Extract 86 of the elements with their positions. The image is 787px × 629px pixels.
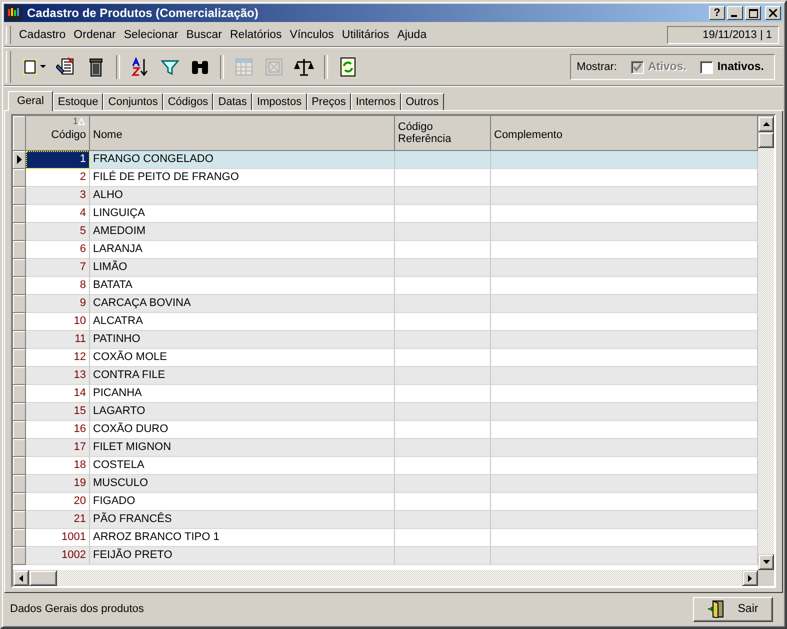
filter-label: Mostrar: (576, 61, 617, 73)
up-arrow-icon (762, 122, 770, 126)
table-cell: FRANGO CONGELADO (90, 151, 395, 169)
table-cell: FEIJÃO PRETO (90, 547, 395, 565)
table-cell: 19 (26, 475, 90, 493)
table-cell: 9 (26, 295, 90, 313)
menu-item[interactable]: Utilitários (338, 29, 394, 41)
table-cell: 13 (26, 367, 90, 385)
table-cell: CONTRA FILE (90, 367, 395, 385)
menu-item[interactable]: Selecionar (120, 29, 182, 41)
table-cell: AMEDOIM (90, 223, 395, 241)
tab[interactable]: Internos (350, 93, 401, 110)
sort-indicator: 1 (72, 117, 85, 126)
table-cell: 1 (26, 151, 90, 169)
table-cell: 3 (26, 187, 90, 205)
current-row-icon (16, 155, 22, 164)
maximize-icon (748, 8, 758, 18)
scroll-thumb[interactable] (29, 570, 57, 586)
sort-icon[interactable] (130, 57, 150, 77)
menu-item[interactable]: Ajuda (393, 29, 431, 41)
scroll-left-button[interactable] (13, 570, 29, 586)
scroll-down-button[interactable] (758, 554, 774, 570)
column-header[interactable]: Nome (90, 116, 395, 151)
filter-icon[interactable] (161, 58, 179, 76)
edit-document-icon[interactable] (56, 57, 76, 77)
scales-icon[interactable] (293, 57, 315, 77)
binoculars-icon[interactable] (190, 58, 210, 76)
new-document-icon[interactable] (20, 57, 40, 77)
menu-item[interactable]: Buscar (182, 29, 226, 41)
table-cell: LIMÃO (90, 259, 395, 277)
checkbox-label: Ativos. (648, 61, 686, 73)
table-cell: PATINHO (90, 331, 395, 349)
checkbox[interactable] (700, 60, 714, 74)
table-cell: 5 (26, 223, 90, 241)
tab[interactable]: Conjuntos (103, 93, 163, 110)
app-icon (6, 5, 22, 21)
window-title: Cadastro de Produtos (Comercialização) (27, 6, 260, 20)
table-cell: MUSCULO (90, 475, 395, 493)
menu-item[interactable]: Cadastro (15, 29, 70, 41)
tab[interactable]: Preços (306, 93, 351, 110)
table-cell: CARCAÇA BOVINA (90, 295, 395, 313)
right-arrow-icon (748, 574, 752, 582)
table-cell: 7 (26, 259, 90, 277)
table-cell: 15 (26, 403, 90, 421)
table-cell: LAGARTO (90, 403, 395, 421)
maximize-button[interactable] (745, 6, 761, 20)
scroll-thumb[interactable] (758, 132, 774, 148)
menu-item[interactable]: Relatórios (226, 29, 286, 41)
trash-icon[interactable] (88, 57, 104, 77)
tab[interactable]: Códigos (162, 93, 214, 110)
scroll-up-button[interactable] (758, 116, 774, 132)
close-button[interactable] (765, 6, 781, 20)
menu-item[interactable]: Vínculos (286, 29, 338, 41)
table-cell: 1002 (26, 547, 90, 565)
column-header[interactable]: Código 1 (26, 116, 90, 151)
table-cell: 17 (26, 439, 90, 457)
checkbox-label: Inativos. (717, 61, 764, 73)
tab[interactable]: Outros (400, 93, 444, 110)
down-arrow-icon (762, 560, 770, 564)
left-arrow-icon (19, 574, 23, 582)
table-cell: PÃO FRANCÊS (90, 511, 395, 529)
tab[interactable]: Estoque (52, 93, 104, 110)
close-icon (769, 9, 777, 17)
door-icon (708, 600, 726, 618)
exit-button[interactable]: Sair (693, 596, 773, 622)
status-text: Dados Gerais dos produtos (10, 603, 144, 615)
horizontal-scrollbar[interactable] (13, 570, 774, 586)
tab[interactable]: Datas (213, 93, 252, 110)
table-cell: ALHO (90, 187, 395, 205)
table-cell: 21 (26, 511, 90, 529)
minimize-button[interactable] (727, 6, 743, 20)
row-indicator[interactable] (13, 151, 26, 169)
caret-icon[interactable] (40, 65, 46, 69)
column-header[interactable]: Código Referência (395, 116, 491, 151)
vertical-scrollbar[interactable] (758, 116, 774, 570)
tab[interactable]: Impostos (252, 93, 307, 110)
help-button[interactable]: ? (709, 6, 725, 20)
scroll-right-button[interactable] (742, 570, 758, 586)
menu-item[interactable]: Ordenar (70, 29, 120, 41)
scrollbar-corner (758, 570, 774, 586)
refresh-icon[interactable] (339, 57, 357, 77)
column-header[interactable]: Complemento (491, 116, 758, 151)
table-cell: 11 (26, 331, 90, 349)
date-panel: 19/11/2013 | 1 (667, 26, 779, 44)
table-cell: FILET MIGNON (90, 439, 395, 457)
tab[interactable]: Geral (8, 91, 53, 111)
